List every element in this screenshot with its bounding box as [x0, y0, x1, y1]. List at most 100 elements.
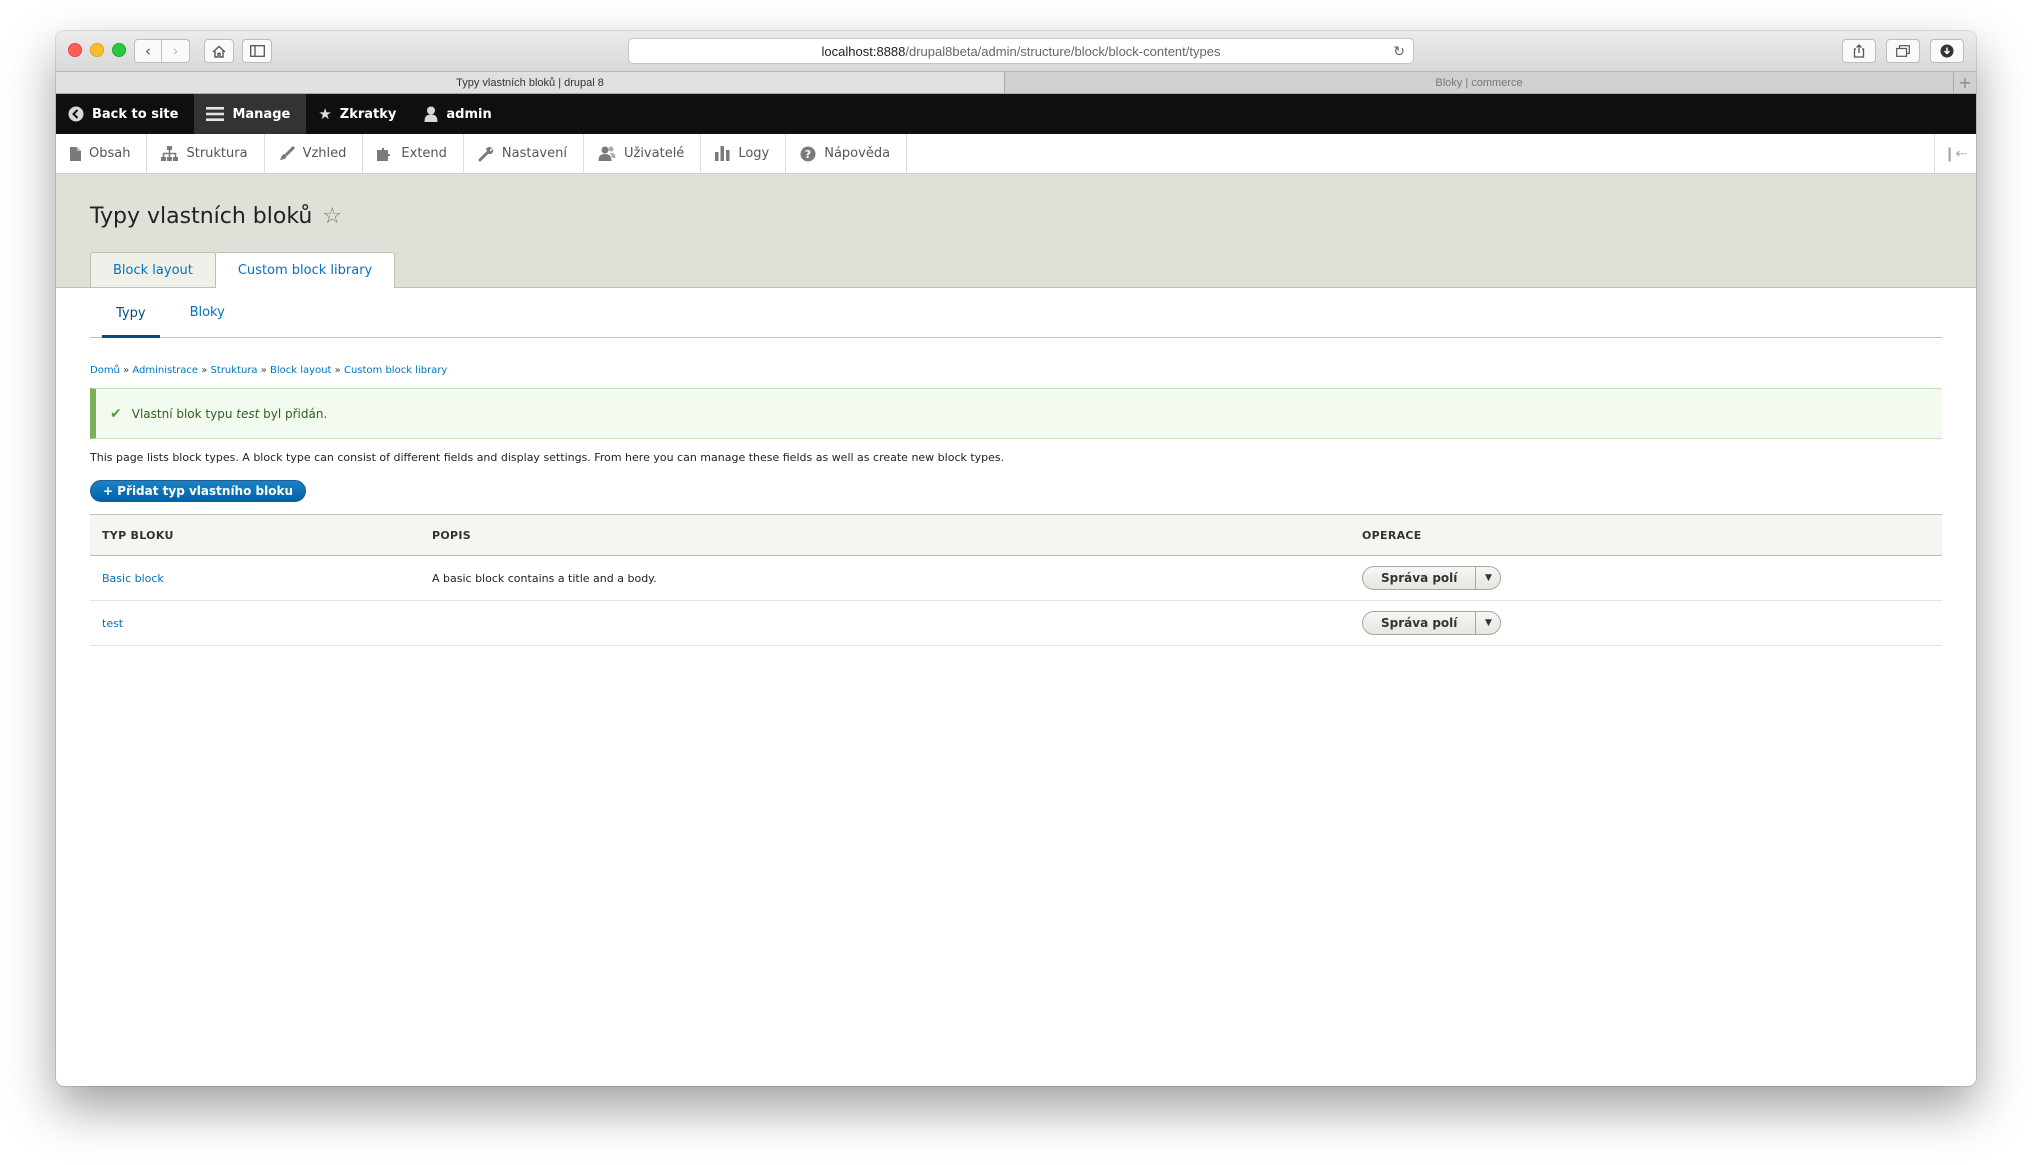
- tray-item-label: Obsah: [89, 146, 131, 161]
- table-header-row: TYP BLOKU POPIS OPERACE: [90, 514, 1942, 556]
- breadcrumb-link[interactable]: Block layout: [270, 365, 331, 376]
- secondary-tabs: Typy Bloky: [90, 288, 1942, 338]
- dock-left-icon: ❙⇠: [1943, 145, 1968, 162]
- tray-item-napoveda[interactable]: ? Nápověda: [786, 134, 908, 173]
- message-text-after: byl přidán.: [259, 406, 328, 421]
- operations-cell: Správa polí ▼: [1350, 600, 1942, 646]
- tab-block-layout[interactable]: Block layout: [90, 252, 216, 287]
- tray-item-label: Logy: [738, 146, 770, 161]
- main-content: Typy Bloky Domů » Administrace » Struktu…: [56, 288, 1976, 646]
- arrow-left-circle-icon: [68, 106, 84, 122]
- shortcuts-label: Zkratky: [339, 106, 397, 122]
- breadcrumb-link[interactable]: Domů: [90, 365, 120, 376]
- caret-down-icon: ▼: [1484, 618, 1492, 628]
- breadcrumb-link[interactable]: Custom block library: [344, 365, 447, 376]
- user-icon: [424, 106, 438, 122]
- window-controls: [68, 43, 126, 57]
- page-title-text: Typy vlastních bloků: [90, 204, 313, 229]
- tray-item-label: Uživatelé: [623, 146, 685, 161]
- tray-item-struktura[interactable]: Struktura: [147, 134, 265, 173]
- column-header-popis: POPIS: [432, 528, 471, 542]
- bar-chart-icon: [715, 146, 730, 161]
- new-tab-button[interactable]: +: [1954, 72, 1976, 93]
- chevron-right-icon: ›: [172, 42, 179, 60]
- star-outline-icon[interactable]: ☆: [322, 204, 342, 229]
- chevron-left-icon: ‹: [145, 42, 151, 60]
- tray-item-nastaveni[interactable]: Nastavení: [464, 134, 584, 173]
- plus-icon: +: [1958, 73, 1972, 92]
- breadcrumb-link[interactable]: Administrace: [132, 365, 198, 376]
- tray-item-label: Vzhled: [302, 146, 347, 161]
- url-path: /drupal8beta/admin/structure/block/block…: [905, 43, 1221, 59]
- tab-custom-block-library[interactable]: Custom block library: [214, 252, 396, 288]
- page-description: This page lists block types. A block typ…: [90, 451, 1005, 464]
- page-title: Typy vlastních bloků ☆: [90, 204, 342, 229]
- breadcrumb: Domů » Administrace » Struktura » Block …: [90, 365, 448, 376]
- browser-tab[interactable]: Bloky | commerce: [1005, 72, 1954, 93]
- shortcuts-tab[interactable]: ★ Zkratky: [306, 94, 412, 134]
- nav-buttons: ‹ ›: [134, 39, 272, 63]
- manage-fields-button[interactable]: Správa polí: [1363, 567, 1477, 589]
- table-row: Basic block A basic block contains a tit…: [90, 555, 1942, 601]
- table-row: test Správa polí ▼: [90, 600, 1942, 646]
- url-host: localhost:8888: [821, 43, 906, 59]
- tray-item-obsah[interactable]: Obsah: [56, 134, 148, 173]
- block-description-cell: A basic block contains a title and a bod…: [420, 555, 1350, 601]
- home-icon: [212, 45, 226, 58]
- forward-button[interactable]: ›: [162, 39, 190, 63]
- reload-icon[interactable]: ↻: [1393, 43, 1405, 60]
- browser-tab-bar: Typy vlastních bloků | drupal 8 Bloky | …: [56, 72, 1976, 94]
- admin-tray: Obsah Struktura Vzhled Extend Nastavení …: [56, 134, 1976, 174]
- browser-window: ‹ › localhost:8888/drupal8beta/admin/str…: [56, 31, 1976, 1086]
- block-type-link[interactable]: Basic block: [102, 572, 164, 585]
- back-button[interactable]: ‹: [134, 39, 162, 63]
- sidebar-icon: [249, 45, 265, 57]
- back-to-site-link[interactable]: Back to site: [56, 94, 194, 134]
- file-icon: [70, 146, 81, 161]
- tray-item-label: Extend: [401, 146, 447, 161]
- tray-item-extend[interactable]: Extend: [363, 134, 464, 173]
- block-description-cell: [420, 600, 1350, 646]
- downloads-button[interactable]: [1930, 39, 1964, 63]
- breadcrumb-link[interactable]: Struktura: [211, 365, 258, 376]
- manage-label: Manage: [232, 106, 291, 122]
- message-text-emphasis: test: [236, 406, 260, 421]
- add-block-type-button[interactable]: + Přidat typ vlastního bloku: [90, 480, 306, 502]
- tray-item-label: Nápověda: [824, 146, 891, 161]
- status-message-text: Vlastní blok typu test byl přidán.: [132, 407, 328, 421]
- tabs-overview-button[interactable]: [1886, 39, 1920, 63]
- column-header-operace: OPERACE: [1362, 528, 1422, 542]
- manage-fields-button[interactable]: Správa polí: [1363, 612, 1477, 634]
- tray-orientation-toggle[interactable]: ❙⇠: [1934, 134, 1976, 173]
- star-icon: ★: [318, 105, 332, 123]
- message-text-before: Vlastní blok typu: [131, 406, 237, 421]
- tab-bloky[interactable]: Bloky: [176, 288, 239, 337]
- wrench-icon: [478, 146, 494, 161]
- address-bar[interactable]: localhost:8888/drupal8beta/admin/structu…: [628, 38, 1414, 64]
- close-window-button[interactable]: [68, 43, 82, 57]
- admin-toolbar: Back to site Manage ★ Zkratky admin: [56, 94, 1976, 134]
- dropbutton-toggle[interactable]: ▼: [1476, 567, 1500, 589]
- menu-icon: [206, 107, 225, 121]
- tray-item-uzivatele[interactable]: Uživatelé: [584, 134, 702, 173]
- minimize-window-button[interactable]: [90, 43, 104, 57]
- tray-item-vzhled[interactable]: Vzhled: [265, 134, 364, 173]
- share-button[interactable]: [1842, 39, 1876, 63]
- home-button[interactable]: [204, 39, 234, 63]
- user-label: admin: [446, 106, 492, 122]
- tray-item-label: Nastavení: [501, 146, 567, 161]
- dropbutton-toggle[interactable]: ▼: [1476, 612, 1500, 634]
- status-message: ✔ Vlastní blok typu test byl přidán.: [90, 388, 1942, 439]
- operations-dropbutton: Správa polí ▼: [1362, 566, 1502, 590]
- tray-item-logy[interactable]: Logy: [701, 134, 787, 173]
- manage-tab[interactable]: Manage: [194, 94, 307, 134]
- block-type-link[interactable]: test: [102, 617, 123, 630]
- caret-down-icon: ▼: [1484, 573, 1492, 583]
- primary-tabs: Block layout Custom block library: [90, 252, 396, 288]
- zoom-window-button[interactable]: [112, 43, 126, 57]
- user-tab[interactable]: admin: [412, 94, 507, 134]
- tab-typy[interactable]: Typy: [102, 288, 160, 338]
- sidebar-button[interactable]: [242, 39, 272, 63]
- browser-tab[interactable]: Typy vlastních bloků | drupal 8: [56, 72, 1005, 93]
- browser-toolbar: ‹ › localhost:8888/drupal8beta/admin/str…: [56, 31, 1976, 72]
